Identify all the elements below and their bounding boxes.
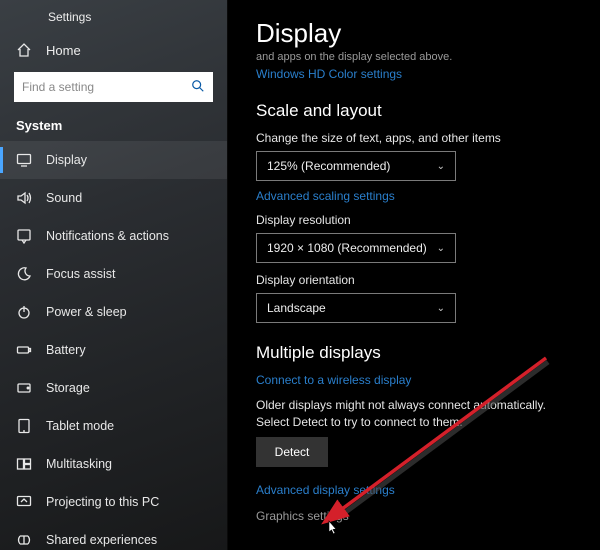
sidebar-item-label: Sound bbox=[46, 191, 82, 205]
heading-multiple-displays: Multiple displays bbox=[256, 343, 576, 363]
sidebar-item-label: Power & sleep bbox=[46, 305, 127, 319]
sidebar-item-label: Shared experiences bbox=[46, 533, 157, 547]
search-input[interactable] bbox=[22, 80, 191, 94]
select-orientation[interactable]: Landscape ⌄ bbox=[256, 293, 456, 323]
sidebar-item-focus-assist[interactable]: Focus assist bbox=[0, 255, 227, 293]
page-title: Display bbox=[256, 18, 576, 49]
sidebar-item-label: Notifications & actions bbox=[46, 229, 169, 243]
label-orientation: Display orientation bbox=[256, 273, 576, 287]
sidebar-item-label: Projecting to this PC bbox=[46, 495, 159, 509]
search-wrap bbox=[0, 66, 227, 112]
heading-scale-layout: Scale and layout bbox=[256, 101, 576, 121]
sidebar-item-label: Multitasking bbox=[46, 457, 112, 471]
search-icon bbox=[191, 79, 205, 96]
link-wireless-display[interactable]: Connect to a wireless display bbox=[256, 373, 576, 387]
sidebar-item-storage[interactable]: Storage bbox=[0, 369, 227, 407]
select-text-size[interactable]: 125% (Recommended) ⌄ bbox=[256, 151, 456, 181]
select-resolution[interactable]: 1920 × 1080 (Recommended) ⌄ bbox=[256, 233, 456, 263]
sidebar-item-multitasking[interactable]: Multitasking bbox=[0, 445, 227, 483]
sidebar-item-label: Tablet mode bbox=[46, 419, 114, 433]
partial-text: and apps on the display selected above. bbox=[256, 51, 576, 63]
sidebar-item-label: Battery bbox=[46, 343, 86, 357]
sidebar-item-display[interactable]: Display bbox=[0, 141, 227, 179]
window-title: Settings bbox=[0, 6, 227, 34]
projecting-icon bbox=[16, 494, 32, 510]
select-value: 1920 × 1080 (Recommended) bbox=[267, 241, 427, 255]
display-icon bbox=[16, 152, 32, 168]
link-graphics-settings[interactable]: Graphics settings bbox=[256, 509, 576, 523]
sidebar-item-label: Storage bbox=[46, 381, 90, 395]
search-box[interactable] bbox=[14, 72, 213, 102]
detect-button[interactable]: Detect bbox=[256, 437, 328, 467]
sidebar-item-battery[interactable]: Battery bbox=[0, 331, 227, 369]
sidebar-item-power-sleep[interactable]: Power & sleep bbox=[0, 293, 227, 331]
link-advanced-display[interactable]: Advanced display settings bbox=[256, 483, 576, 497]
chevron-down-icon: ⌄ bbox=[437, 243, 445, 254]
link-advanced-scaling[interactable]: Advanced scaling settings bbox=[256, 189, 576, 203]
text-older-displays: Older displays might not always connect … bbox=[256, 397, 576, 431]
notifications-icon bbox=[16, 228, 32, 244]
sidebar-item-shared-experiences[interactable]: Shared experiences bbox=[0, 521, 227, 550]
home-button[interactable]: Home bbox=[0, 34, 227, 66]
sidebar-item-notifications[interactable]: Notifications & actions bbox=[0, 217, 227, 255]
select-value: 125% (Recommended) bbox=[267, 159, 390, 173]
moon-icon bbox=[16, 266, 32, 282]
sidebar-item-label: Display bbox=[46, 153, 87, 167]
sidebar-item-tablet-mode[interactable]: Tablet mode bbox=[0, 407, 227, 445]
power-icon bbox=[16, 304, 32, 320]
sidebar: Settings Home System Display bbox=[0, 0, 228, 550]
main-panel: Display and apps on the display selected… bbox=[228, 0, 600, 550]
storage-icon bbox=[16, 380, 32, 396]
home-icon bbox=[16, 42, 32, 58]
multitasking-icon bbox=[16, 456, 32, 472]
sidebar-item-projecting[interactable]: Projecting to this PC bbox=[0, 483, 227, 521]
battery-icon bbox=[16, 342, 32, 358]
select-value: Landscape bbox=[267, 301, 326, 315]
tablet-icon bbox=[16, 418, 32, 434]
chevron-down-icon: ⌄ bbox=[437, 161, 445, 172]
sidebar-item-label: Focus assist bbox=[46, 267, 115, 281]
label-text-size: Change the size of text, apps, and other… bbox=[256, 131, 576, 145]
label-resolution: Display resolution bbox=[256, 213, 576, 227]
settings-window: Settings Home System Display bbox=[0, 0, 600, 550]
sound-icon bbox=[16, 190, 32, 206]
category-header: System bbox=[0, 112, 227, 141]
sidebar-item-sound[interactable]: Sound bbox=[0, 179, 227, 217]
cursor-icon bbox=[324, 520, 338, 538]
sidebar-nav: Display Sound Notifications & actions Fo… bbox=[0, 141, 227, 550]
link-hd-color[interactable]: Windows HD Color settings bbox=[256, 67, 576, 81]
shared-icon bbox=[16, 532, 32, 548]
home-label: Home bbox=[46, 43, 81, 58]
chevron-down-icon: ⌄ bbox=[437, 303, 445, 314]
